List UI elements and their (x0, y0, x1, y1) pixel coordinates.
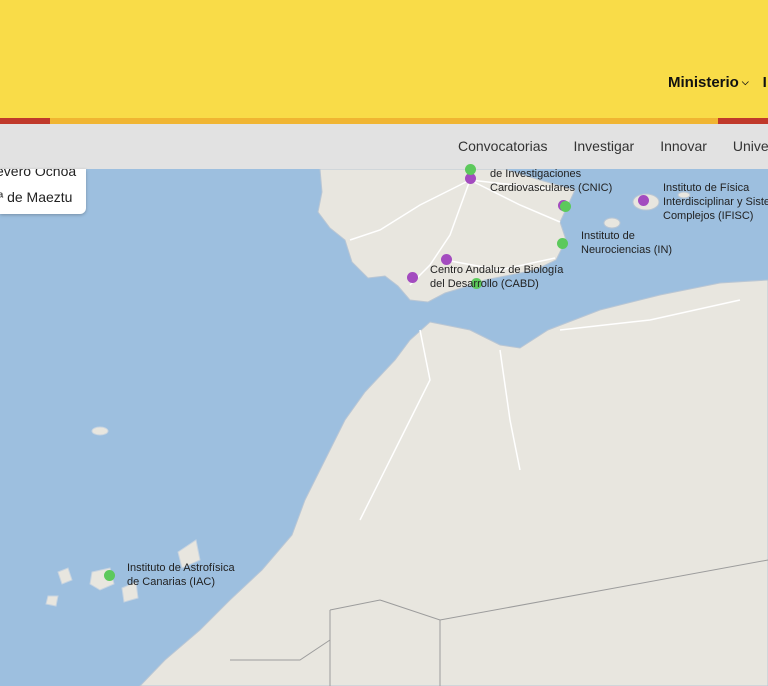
marker-valencia-green[interactable] (560, 201, 571, 212)
legend-item-maria-de-maeztu[interactable]: ª de Maeztu (0, 189, 72, 205)
label-ifisc-line2: Interdisciplinar y Siste (663, 196, 768, 208)
land-ibiza (603, 217, 621, 229)
nav-ministerio-label: Ministerio (668, 74, 739, 91)
label-in-line1: Instituto de (581, 230, 635, 242)
subnav-universidades[interactable]: Univer (733, 138, 768, 154)
land-madeira (91, 426, 109, 436)
label-ifisc: Instituto de Física Interdisciplinar y S… (663, 181, 768, 223)
label-iac: Instituto de Astrofísica de Canarias (IA… (127, 561, 235, 589)
main-nav: Ministerio ⌵ I (668, 74, 767, 91)
label-ifisc-line3: Complejos (IFISC) (663, 210, 754, 222)
label-in: Instituto de Neurociencias (IN) (581, 229, 672, 257)
label-cnic-line2: Cardiovasculares (CNIC) (490, 182, 613, 194)
site-header: Ministerio ⌵ I (0, 0, 768, 118)
label-iac-line2: de Canarias (IAC) (127, 576, 216, 588)
label-cabd-line1: Centro Andaluz de Biología (430, 264, 564, 276)
chevron-down-icon: ⌵ (741, 77, 749, 87)
subnav-investigar[interactable]: Investigar (574, 138, 635, 154)
marker-ifisc[interactable] (638, 195, 649, 206)
secondary-nav: Convocatorias Investigar Innovar Univer (0, 124, 768, 169)
map-legend: evero Ochoa ª de Maeztu (0, 169, 86, 214)
subnav-convocatorias[interactable]: Convocatorias (458, 138, 548, 154)
nav-item-cut[interactable]: I (763, 74, 767, 91)
marker-in[interactable] (557, 238, 568, 249)
legend-item-severo-ochoa[interactable]: evero Ochoa (0, 169, 76, 179)
label-cnic-line1: de Investigaciones (490, 168, 582, 180)
marker-sevilla[interactable] (407, 272, 418, 283)
marker-cnic-secondary[interactable] (465, 164, 476, 175)
label-in-line2: Neurociencias (IN) (581, 244, 673, 256)
label-iac-line1: Instituto de Astrofísica (127, 562, 235, 574)
label-ifisc-line1: Instituto de Física (663, 182, 750, 194)
label-cnic: de Investigaciones Cardiovasculares (CNI… (490, 167, 612, 195)
marker-iac[interactable] (104, 570, 115, 581)
subnav-innovar[interactable]: Innovar (660, 138, 707, 154)
label-cabd-line2: del Desarrollo (CABD) (430, 278, 539, 290)
label-cabd: Centro Andaluz de Biología del Desarroll… (430, 263, 563, 291)
nav-ministerio[interactable]: Ministerio ⌵ (668, 74, 749, 91)
